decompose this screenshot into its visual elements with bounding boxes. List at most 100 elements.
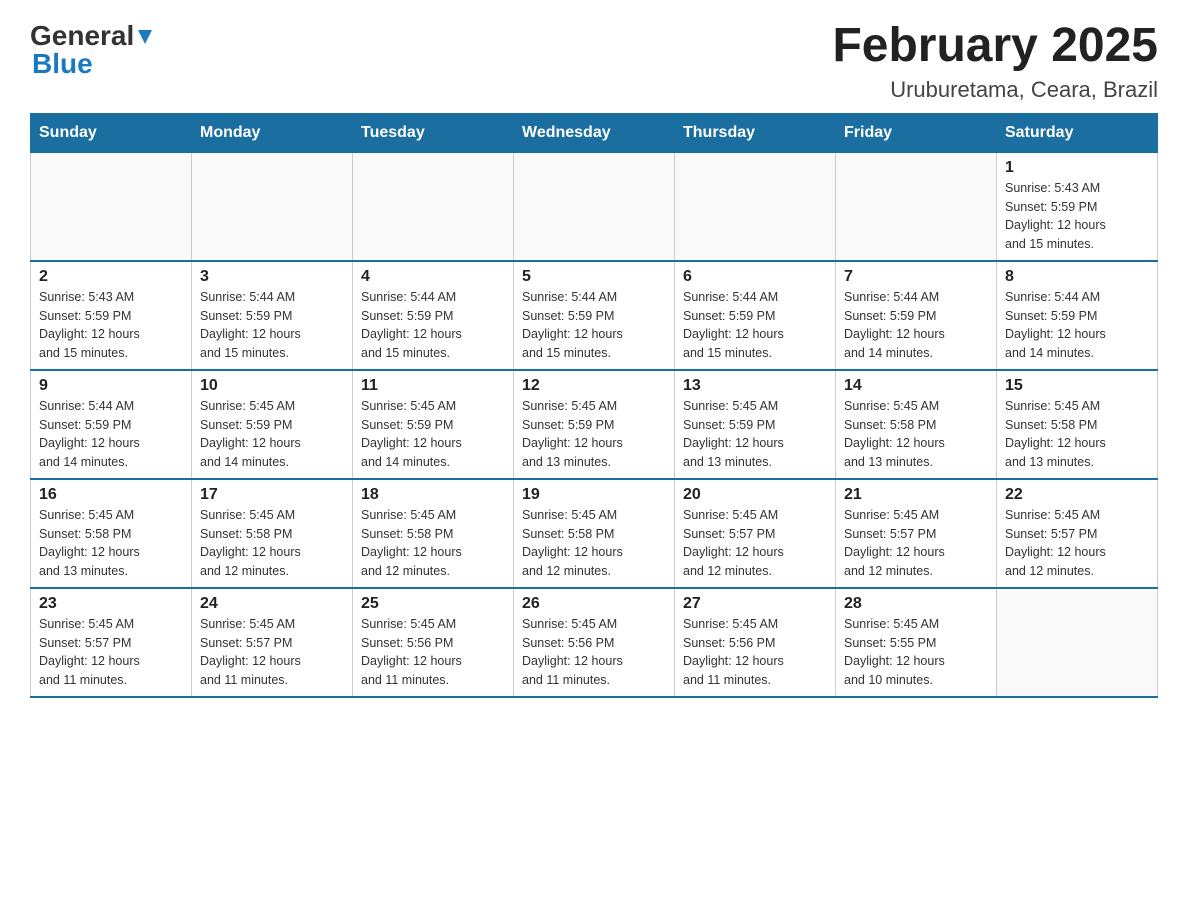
col-friday: Friday (836, 113, 997, 152)
calendar-cell (675, 152, 836, 261)
day-number: 11 (361, 377, 505, 395)
logo: General Blue (30, 20, 156, 80)
day-info: Sunrise: 5:45 AMSunset: 5:57 PMDaylight:… (844, 506, 988, 581)
day-number: 1 (1005, 159, 1149, 177)
day-info: Sunrise: 5:44 AMSunset: 5:59 PMDaylight:… (361, 288, 505, 363)
calendar-cell: 13 Sunrise: 5:45 AMSunset: 5:59 PMDayligh… (675, 370, 836, 479)
calendar-cell: 18 Sunrise: 5:45 AMSunset: 5:58 PMDayligh… (353, 479, 514, 588)
calendar-cell (31, 152, 192, 261)
day-info: Sunrise: 5:45 AMSunset: 5:56 PMDaylight:… (683, 615, 827, 690)
col-saturday: Saturday (997, 113, 1158, 152)
calendar-cell (836, 152, 997, 261)
calendar-cell: 23Sunrise: 5:45 AMSunset: 5:57 PMDayligh… (31, 588, 192, 697)
calendar-cell: 3 Sunrise: 5:44 AMSunset: 5:59 PMDaylight… (192, 261, 353, 370)
page-header: General Blue February 2025 Uruburetama, … (30, 20, 1158, 103)
calendar-cell: 1Sunrise: 5:43 AMSunset: 5:59 PMDaylight… (997, 152, 1158, 261)
day-info: Sunrise: 5:45 AMSunset: 5:56 PMDaylight:… (522, 615, 666, 690)
calendar-cell: 8 Sunrise: 5:44 AMSunset: 5:59 PMDaylight… (997, 261, 1158, 370)
calendar-cell: 9 Sunrise: 5:44 AMSunset: 5:59 PMDaylight… (31, 370, 192, 479)
day-info: Sunrise: 5:45 AMSunset: 5:57 PMDaylight:… (200, 615, 344, 690)
day-number: 20 (683, 486, 827, 504)
calendar-cell: 2 Sunrise: 5:43 AMSunset: 5:59 PMDaylight… (31, 261, 192, 370)
calendar-cell: 11 Sunrise: 5:45 AMSunset: 5:59 PMDayligh… (353, 370, 514, 479)
calendar-cell: 21Sunrise: 5:45 AMSunset: 5:57 PMDayligh… (836, 479, 997, 588)
month-title: February 2025 (832, 20, 1158, 73)
day-info: Sunrise: 5:45 AMSunset: 5:59 PMDaylight:… (683, 397, 827, 472)
day-number: 7 (844, 268, 988, 286)
day-number: 17 (200, 486, 344, 504)
day-number: 8 (1005, 268, 1149, 286)
day-info: Sunrise: 5:45 AMSunset: 5:59 PMDaylight:… (522, 397, 666, 472)
day-number: 14 (844, 377, 988, 395)
day-info: Sunrise: 5:45 AMSunset: 5:59 PMDaylight:… (200, 397, 344, 472)
day-info: Sunrise: 5:43 AMSunset: 5:59 PMDaylight:… (39, 288, 183, 363)
day-info: Sunrise: 5:45 AMSunset: 5:58 PMDaylight:… (844, 397, 988, 472)
day-number: 13 (683, 377, 827, 395)
logo-blue-text: Blue (32, 48, 93, 79)
calendar-table: Sunday Monday Tuesday Wednesday Thursday… (30, 113, 1158, 698)
calendar-cell: 22 Sunrise: 5:45 AMSunset: 5:57 PMDayligh… (997, 479, 1158, 588)
day-info: Sunrise: 5:44 AMSunset: 5:59 PMDaylight:… (39, 397, 183, 472)
col-sunday: Sunday (31, 113, 192, 152)
day-info: Sunrise: 5:45 AMSunset: 5:58 PMDaylight:… (39, 506, 183, 581)
day-info: Sunrise: 5:45 AMSunset: 5:58 PMDaylight:… (522, 506, 666, 581)
calendar-week-1: 1Sunrise: 5:43 AMSunset: 5:59 PMDaylight… (31, 152, 1158, 261)
day-number: 9 (39, 377, 183, 395)
day-number: 25 (361, 595, 505, 613)
day-info: Sunrise: 5:45 AMSunset: 5:58 PMDaylight:… (361, 506, 505, 581)
calendar-cell (192, 152, 353, 261)
day-number: 27 (683, 595, 827, 613)
calendar-cell: 10Sunrise: 5:45 AMSunset: 5:59 PMDayligh… (192, 370, 353, 479)
day-number: 15 (1005, 377, 1149, 395)
day-number: 4 (361, 268, 505, 286)
day-number: 18 (361, 486, 505, 504)
calendar-cell (514, 152, 675, 261)
day-number: 28 (844, 595, 988, 613)
calendar-cell: 25 Sunrise: 5:45 AMSunset: 5:56 PMDayligh… (353, 588, 514, 697)
calendar-cell: 28Sunrise: 5:45 AMSunset: 5:55 PMDayligh… (836, 588, 997, 697)
calendar-week-2: 2 Sunrise: 5:43 AMSunset: 5:59 PMDaylight… (31, 261, 1158, 370)
day-info: Sunrise: 5:45 AMSunset: 5:57 PMDaylight:… (1005, 506, 1149, 581)
calendar-cell: 27 Sunrise: 5:45 AMSunset: 5:56 PMDayligh… (675, 588, 836, 697)
day-number: 5 (522, 268, 666, 286)
day-info: Sunrise: 5:44 AMSunset: 5:59 PMDaylight:… (683, 288, 827, 363)
calendar-week-4: 16 Sunrise: 5:45 AMSunset: 5:58 PMDayligh… (31, 479, 1158, 588)
day-info: Sunrise: 5:45 AMSunset: 5:57 PMDaylight:… (683, 506, 827, 581)
location-title: Uruburetama, Ceara, Brazil (832, 77, 1158, 103)
day-number: 23 (39, 595, 183, 613)
day-info: Sunrise: 5:44 AMSunset: 5:59 PMDaylight:… (522, 288, 666, 363)
day-info: Sunrise: 5:44 AMSunset: 5:59 PMDaylight:… (1005, 288, 1149, 363)
day-info: Sunrise: 5:44 AMSunset: 5:59 PMDaylight:… (844, 288, 988, 363)
day-number: 3 (200, 268, 344, 286)
calendar-week-3: 9 Sunrise: 5:44 AMSunset: 5:59 PMDaylight… (31, 370, 1158, 479)
calendar-cell: 19 Sunrise: 5:45 AMSunset: 5:58 PMDayligh… (514, 479, 675, 588)
col-thursday: Thursday (675, 113, 836, 152)
calendar-cell (353, 152, 514, 261)
calendar-cell: 24Sunrise: 5:45 AMSunset: 5:57 PMDayligh… (192, 588, 353, 697)
day-number: 12 (522, 377, 666, 395)
day-number: 19 (522, 486, 666, 504)
calendar-cell: 16 Sunrise: 5:45 AMSunset: 5:58 PMDayligh… (31, 479, 192, 588)
day-info: Sunrise: 5:45 AMSunset: 5:59 PMDaylight:… (361, 397, 505, 472)
day-number: 6 (683, 268, 827, 286)
day-info: Sunrise: 5:44 AMSunset: 5:59 PMDaylight:… (200, 288, 344, 363)
calendar-cell: 14 Sunrise: 5:45 AMSunset: 5:58 PMDayligh… (836, 370, 997, 479)
day-info: Sunrise: 5:45 AMSunset: 5:58 PMDaylight:… (200, 506, 344, 581)
day-number: 22 (1005, 486, 1149, 504)
col-wednesday: Wednesday (514, 113, 675, 152)
day-number: 16 (39, 486, 183, 504)
col-tuesday: Tuesday (353, 113, 514, 152)
calendar-body: 1 Sunrise: 5:43 AMSunset: 5:59 PMDaylight… (31, 152, 1158, 697)
calendar-cell (997, 588, 1158, 697)
calendar-cell: 5 Sunrise: 5:44 AMSunset: 5:59 PMDaylight… (514, 261, 675, 370)
day-info: Sunrise: 5:45 AMSunset: 5:56 PMDaylight:… (361, 615, 505, 690)
logo-arrow-icon (134, 26, 156, 48)
calendar-week-5: 23 Sunrise: 5:45 AMSunset: 5:57 PMDayligh… (31, 588, 1158, 697)
col-monday: Monday (192, 113, 353, 152)
day-number: 26 (522, 595, 666, 613)
title-block: February 2025 Uruburetama, Ceara, Brazil (832, 20, 1158, 103)
calendar-cell: 7 Sunrise: 5:44 AMSunset: 5:59 PMDaylight… (836, 261, 997, 370)
day-number: 2 (39, 268, 183, 286)
calendar-cell: 20 Sunrise: 5:45 AMSunset: 5:57 PMDayligh… (675, 479, 836, 588)
calendar-cell: 4 Sunrise: 5:44 AMSunset: 5:59 PMDaylight… (353, 261, 514, 370)
